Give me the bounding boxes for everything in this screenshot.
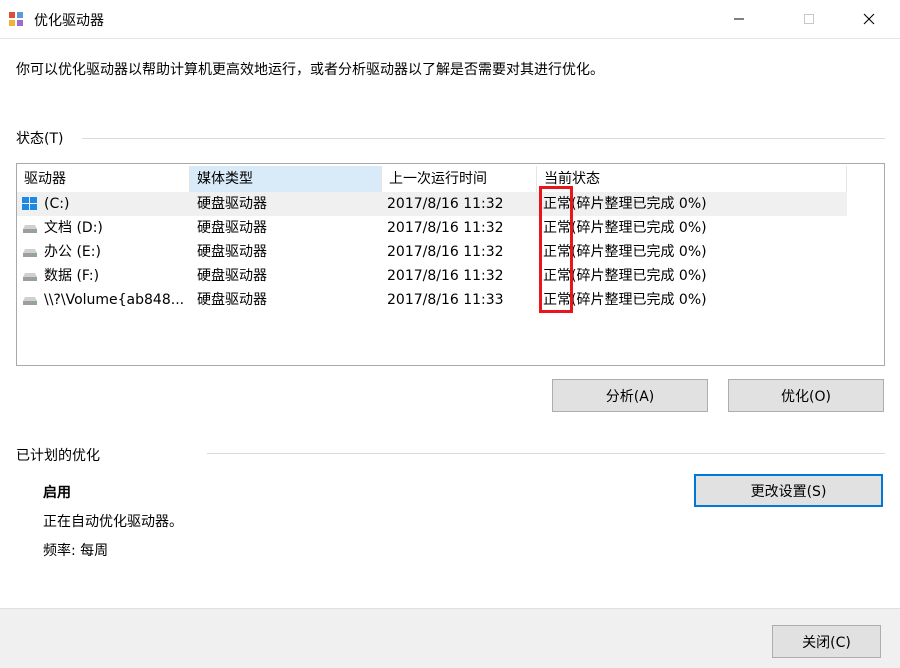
hard-drive-icon: [23, 273, 37, 281]
last-run-time: 2017/8/16 11:33: [387, 292, 504, 308]
drive-row[interactable]: (C:) 硬盘驱动器 2017/8/16 11:32 正常(碎片整理已完成 0%…: [17, 192, 847, 216]
drive-list[interactable]: 驱动器 媒体类型 上一次运行时间 当前状态 (C:) 硬盘驱动器 2017/8/…: [16, 163, 885, 366]
scheduled-divider: [207, 453, 885, 454]
scheduled-label: 已计划的优化: [16, 448, 100, 464]
close-icon: [863, 13, 875, 25]
drive-name: 数据 (F:): [44, 268, 100, 284]
drive-row[interactable]: \\?\Volume{ab848... 硬盘驱动器 2017/8/16 11:3…: [17, 288, 847, 312]
last-run-time: 2017/8/16 11:32: [387, 196, 504, 212]
last-run-time: 2017/8/16 11:32: [387, 220, 504, 236]
maximize-button[interactable]: [786, 0, 832, 38]
schedule-message: 正在自动优化驱动器。: [43, 514, 183, 530]
minimize-icon: [734, 18, 744, 20]
drive-name: (C:): [44, 196, 70, 212]
hard-drive-icon: [23, 225, 37, 233]
status-divider: [82, 138, 885, 139]
schedule-state: 启用: [43, 485, 71, 501]
media-type: 硬盘驱动器: [197, 196, 267, 212]
schedule-frequency: 频率: 每周: [43, 543, 109, 559]
hard-drive-icon: [23, 297, 37, 305]
hard-drive-icon: [23, 249, 37, 257]
close-button[interactable]: [846, 0, 892, 38]
drive-list-header: 驱动器 媒体类型 上一次运行时间 当前状态: [17, 166, 847, 192]
media-type: 硬盘驱动器: [197, 292, 267, 308]
defrag-app-icon: [9, 12, 23, 26]
last-run-time: 2017/8/16 11:32: [387, 268, 504, 284]
drive-row[interactable]: 数据 (F:) 硬盘驱动器 2017/8/16 11:32 正常(碎片整理已完成…: [17, 264, 847, 288]
description-text: 你可以优化驱动器以帮助计算机更高效地运行，或者分析驱动器以了解是否需要对其进行优…: [16, 62, 604, 78]
media-type: 硬盘驱动器: [197, 244, 267, 260]
close-dialog-button[interactable]: 关闭(C): [772, 625, 881, 658]
status-label: 状态(T): [16, 131, 64, 147]
drive-name: \\?\Volume{ab848...: [44, 292, 185, 308]
column-header-drive[interactable]: 驱动器: [17, 166, 190, 192]
minimize-button[interactable]: [716, 0, 762, 38]
drive-row[interactable]: 办公 (E:) 硬盘驱动器 2017/8/16 11:32 正常(碎片整理已完成…: [17, 240, 847, 264]
window-title: 优化驱动器: [34, 13, 104, 29]
analyze-button[interactable]: 分析(A): [552, 379, 708, 412]
media-type: 硬盘驱动器: [197, 268, 267, 284]
change-settings-button[interactable]: 更改设置(S): [694, 474, 883, 507]
windows-drive-icon: [22, 197, 37, 210]
drive-name: 文档 (D:): [44, 220, 103, 236]
drive-name: 办公 (E:): [44, 244, 101, 260]
maximize-icon: [804, 14, 814, 24]
last-run-time: 2017/8/16 11:32: [387, 244, 504, 260]
footer-bar: 关闭(C): [0, 608, 900, 668]
title-bar[interactable]: 优化驱动器: [0, 0, 900, 39]
annotation-highlight-box: [539, 186, 573, 313]
drive-row[interactable]: 文档 (D:) 硬盘驱动器 2017/8/16 11:32 正常(碎片整理已完成…: [17, 216, 847, 240]
column-header-media-type[interactable]: 媒体类型: [190, 166, 382, 192]
column-header-status[interactable]: 当前状态: [537, 166, 847, 192]
media-type: 硬盘驱动器: [197, 220, 267, 236]
optimize-button[interactable]: 优化(O): [728, 379, 884, 412]
column-header-last-run[interactable]: 上一次运行时间: [382, 166, 537, 192]
